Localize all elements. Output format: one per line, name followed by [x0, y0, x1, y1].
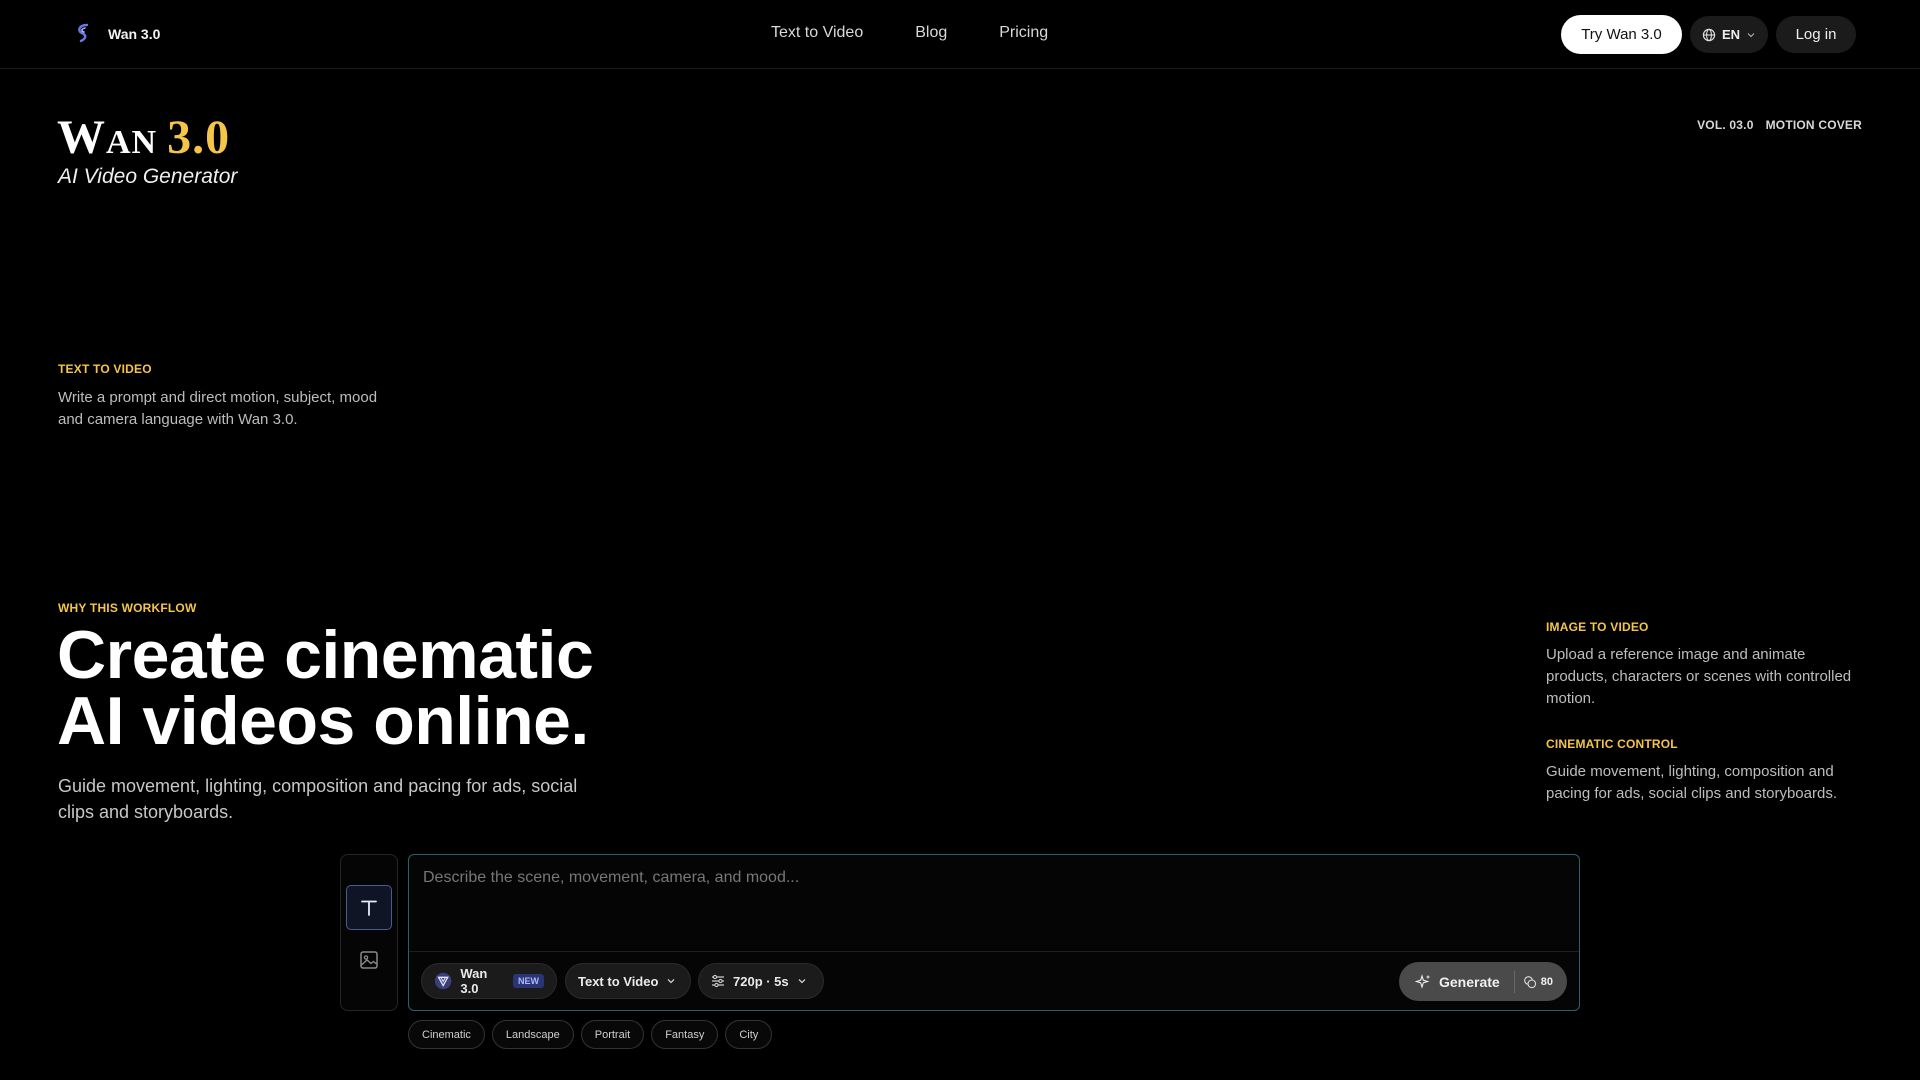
chip-fantasy[interactable]: Fantasy: [651, 1020, 719, 1049]
image-to-video-feature: IMAGE TO VIDEO Upload a reference image …: [1546, 620, 1866, 710]
headline-line-2: AI videos online.: [57, 683, 589, 759]
chip-cinematic[interactable]: Cinematic: [408, 1020, 485, 1049]
headline-line-1: Create cinematic: [57, 617, 594, 693]
style-chips: Cinematic Landscape Portrait Fantasy Cit…: [408, 1020, 773, 1049]
nav-pricing[interactable]: Pricing: [999, 24, 1048, 42]
image-icon: [360, 951, 378, 969]
cinematic-control-feature: CINEMATIC CONTROL Guide movement, lighti…: [1546, 737, 1876, 805]
prompt-input[interactable]: [423, 869, 1563, 929]
text-icon: [361, 900, 377, 916]
generate-separator: [1513, 970, 1515, 993]
new-badge: NEW: [513, 974, 544, 988]
motion-cover-label: MOTION COVER: [1765, 118, 1862, 132]
composer-divider: [409, 951, 1579, 952]
why-eyebrow: WHY THIS WORKFLOW: [58, 601, 197, 615]
brand-name: Wan 3.0: [108, 26, 161, 42]
chevron-down-icon: [798, 979, 806, 984]
feature-eyebrow: IMAGE TO VIDEO: [1546, 620, 1649, 634]
generate-button[interactable]: Generate 80: [1399, 962, 1567, 1001]
text-to-video-feature: TEXT TO VIDEO Write a prompt and direct …: [58, 362, 378, 431]
nav-text-to-video[interactable]: Text to Video: [771, 24, 863, 42]
chevron-down-icon: [667, 979, 675, 984]
sliders-icon: [712, 974, 724, 988]
feature-description: Guide movement, lighting, composition an…: [1546, 763, 1837, 802]
feature-eyebrow: TEXT TO VIDEO: [58, 362, 152, 376]
login-button[interactable]: Log in: [1776, 16, 1856, 53]
sparkle-icon: [1415, 973, 1430, 989]
hero-title-word: Wan: [57, 111, 158, 164]
chevron-down-icon: [1747, 32, 1755, 37]
input-mode-rail: [340, 854, 398, 1011]
chip-portrait[interactable]: Portrait: [580, 1020, 645, 1049]
model-label: Wan 3.0: [460, 966, 488, 996]
hero-title-version: 3.0: [167, 111, 231, 164]
volume-number: VOL. 03.0: [1697, 118, 1754, 132]
language-selector[interactable]: EN: [1690, 16, 1768, 53]
generate-label: Generate: [1439, 973, 1500, 990]
credit-cost: 80: [1523, 975, 1553, 989]
try-wan-button[interactable]: Try Wan 3.0: [1561, 15, 1682, 54]
hero-title: Wan 3.0: [57, 110, 230, 165]
resolution-duration-selector[interactable]: 720p · 5s: [698, 963, 824, 999]
text-mode-button[interactable]: [346, 885, 392, 930]
language-label: EN: [1721, 27, 1741, 42]
prompt-composer: Wan 3.0 NEW Text to Video 720p · 5s Gene…: [408, 854, 1580, 1011]
mode-selector[interactable]: Text to Video: [565, 963, 691, 999]
headline: Create cinematic AI videos online.: [57, 617, 594, 759]
model-selector[interactable]: Wan 3.0 NEW: [421, 963, 557, 999]
mode-label: Text to Video: [578, 973, 659, 989]
brand[interactable]: Wan 3.0: [72, 22, 160, 46]
feature-description: Upload a reference image and animate pro…: [1546, 646, 1852, 707]
coins-icon: [1523, 975, 1536, 988]
top-header: Wan 3.0 Text to Video Blog Pricing Try W…: [0, 0, 1920, 69]
hero-subtitle: AI Video Generator: [58, 165, 238, 188]
resolution-label: 720p · 5s: [733, 973, 789, 989]
feature-description: Write a prompt and direct motion, subjec…: [58, 389, 378, 428]
feature-eyebrow: CINEMATIC CONTROL: [1546, 737, 1678, 751]
main-nav: Text to Video Blog Pricing: [771, 24, 1048, 42]
chip-landscape[interactable]: Landscape: [491, 1020, 574, 1049]
volume-label: VOL. 03.0 MOTION COVER: [1697, 118, 1862, 132]
credit-cost-value: 80: [1540, 975, 1553, 988]
image-mode-button[interactable]: [358, 949, 380, 971]
brand-logo-icon: [78, 23, 89, 43]
globe-icon: [1702, 28, 1716, 41]
headline-description: Guide movement, lighting, composition an…: [58, 776, 578, 822]
nav-blog[interactable]: Blog: [915, 24, 947, 42]
wan-model-icon: [434, 972, 452, 990]
chip-city[interactable]: City: [725, 1020, 773, 1049]
